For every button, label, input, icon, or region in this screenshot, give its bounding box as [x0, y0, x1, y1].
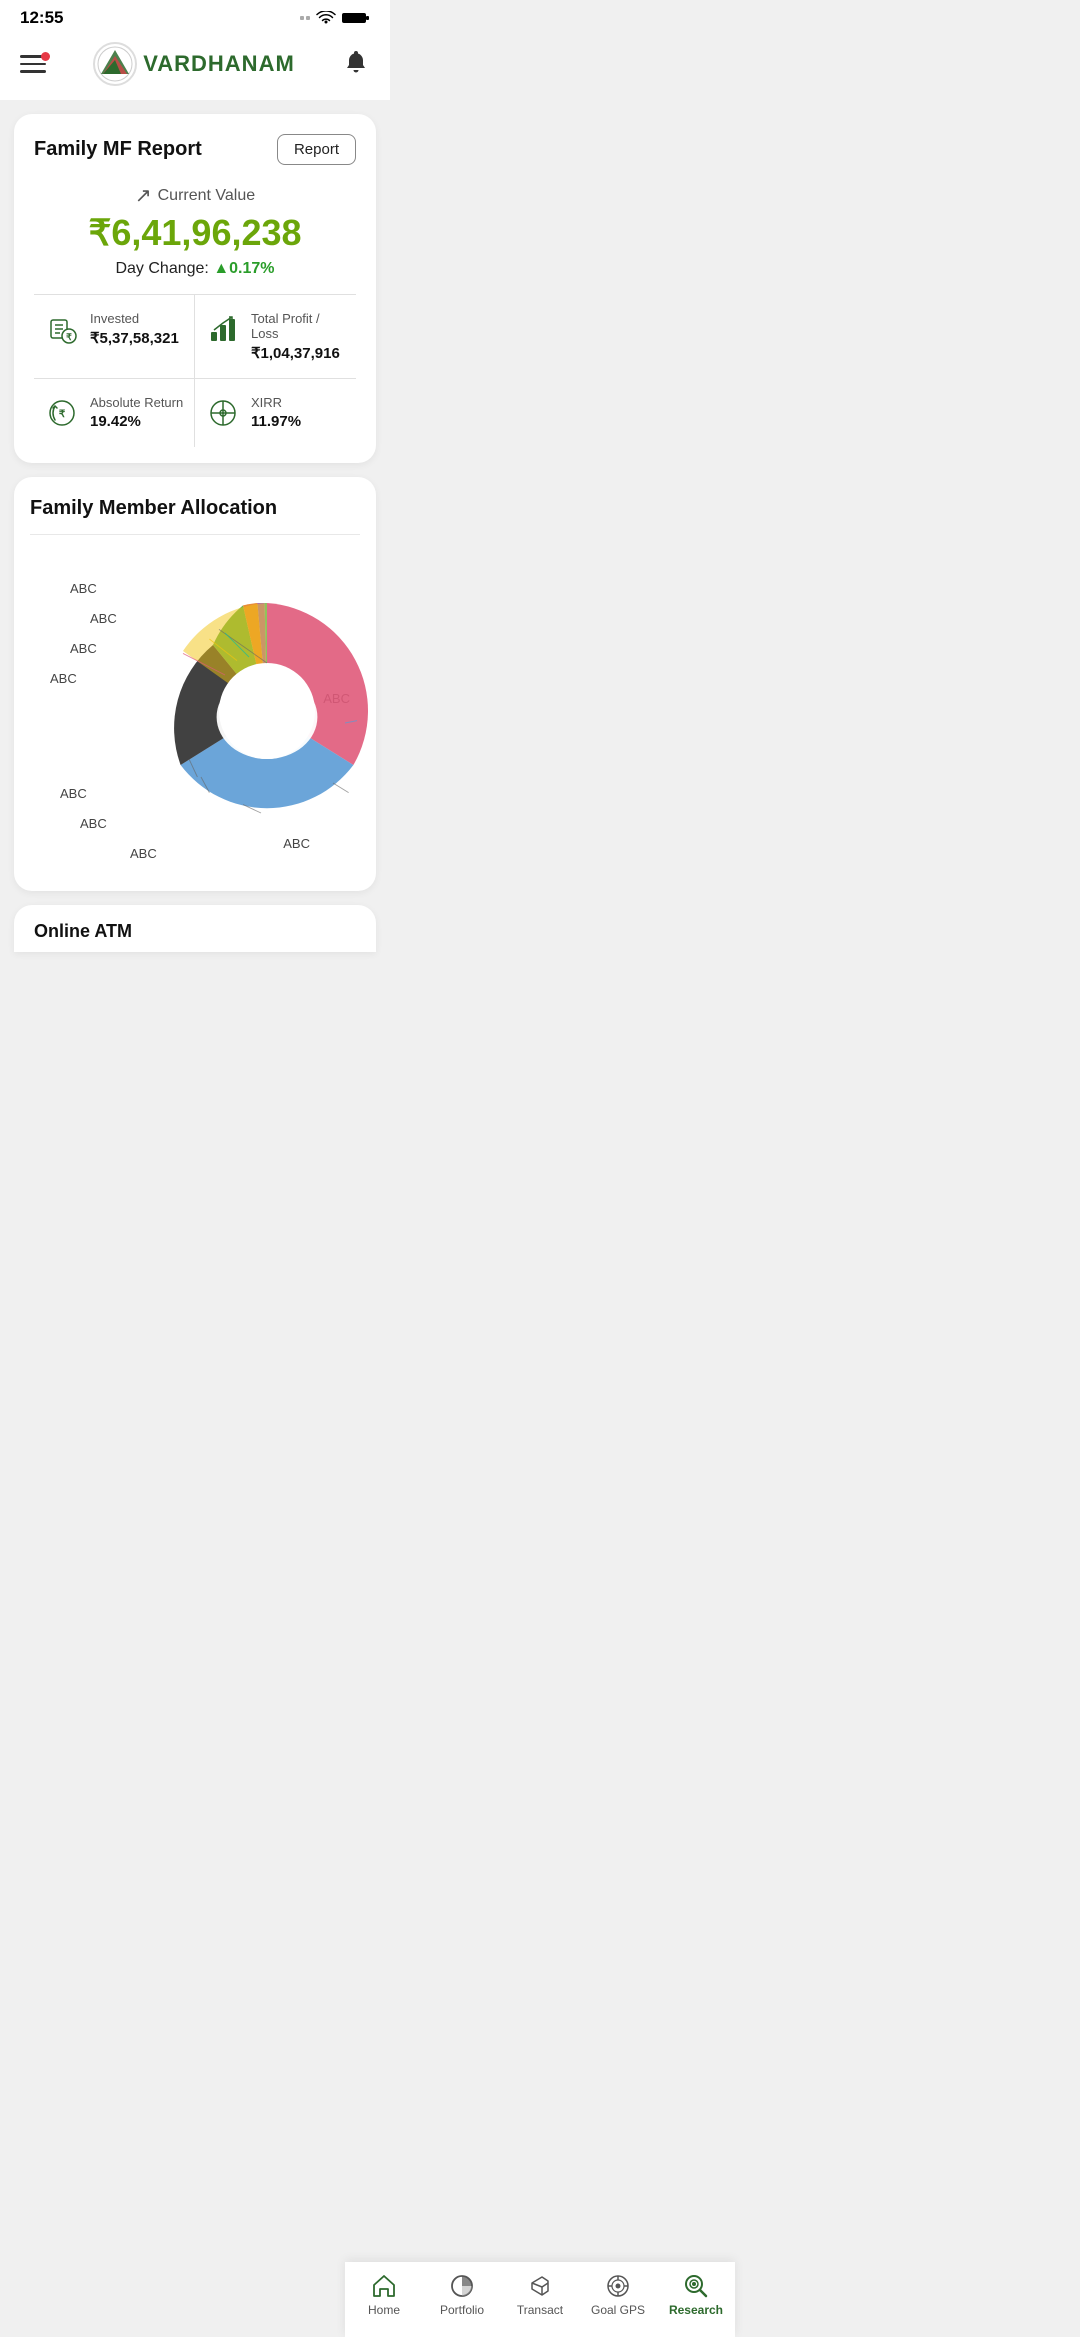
notification-dot [41, 52, 50, 61]
nav-home-label: Home [368, 2303, 400, 2317]
day-change-value: ▲0.17% [213, 260, 274, 277]
profit-icon [205, 311, 241, 347]
chart-label-5: ABC [60, 786, 87, 801]
allocation-card: Family Member Allocation ABC ABC ABC ABC… [14, 477, 376, 891]
nav-research[interactable]: Research [666, 2272, 726, 2317]
wifi-icon [316, 11, 336, 25]
allocation-title: Family Member Allocation [30, 497, 360, 520]
family-mf-report-card: Family MF Report Report ↗ Current Value … [14, 114, 376, 463]
chart-label-1: ABC [70, 581, 97, 596]
svg-text:₹: ₹ [66, 332, 72, 342]
current-value-amount: ₹6,41,96,238 [34, 212, 356, 254]
app-name: VARDHANAM [143, 51, 295, 77]
card-header: Family MF Report Report [34, 134, 356, 165]
nav-goal-gps[interactable]: Goal GPS [588, 2272, 648, 2317]
xirr-icon [205, 395, 241, 431]
home-icon [370, 2272, 398, 2300]
stat-xirr: XIRR 11.97% [195, 379, 356, 447]
chart-label-4: ABC [50, 671, 77, 686]
chart-label-3: ABC [70, 641, 97, 656]
nav-home[interactable]: Home [354, 2272, 414, 2317]
stat-profit-info: Total Profit / Loss ₹1,04,37,916 [251, 311, 346, 362]
signal-icon [300, 16, 310, 20]
nav-research-label: Research [669, 2303, 723, 2317]
donut-chart-svg [147, 591, 387, 831]
menu-button[interactable] [20, 55, 46, 73]
allocation-chart: ABC ABC ABC ABC ABC ABC ABC ABC ABC [30, 551, 360, 871]
nav-portfolio[interactable]: Portfolio [432, 2272, 492, 2317]
chart-label-6: ABC [80, 816, 107, 831]
stat-return-info: Absolute Return 19.42% [90, 395, 183, 430]
report-button[interactable]: Report [277, 134, 356, 165]
current-value-section: ↗ Current Value ₹6,41,96,238 Day Change:… [34, 183, 356, 278]
battery-icon [342, 11, 370, 25]
stat-return: ₹ Absolute Return 19.42% [34, 379, 195, 447]
status-icons [300, 11, 370, 25]
day-change: Day Change: ▲0.17% [34, 260, 356, 278]
trend-icon: ↗ [135, 183, 152, 208]
online-atm-section: Online ATM [14, 905, 376, 952]
status-bar: 12:55 [0, 0, 390, 32]
stat-xirr-info: XIRR 11.97% [251, 395, 301, 430]
stat-invested-info: Invested ₹5,37,58,321 [90, 311, 179, 347]
chart-label-9: ABC [283, 836, 310, 851]
current-value-label: ↗ Current Value [34, 183, 356, 208]
research-icon [682, 2272, 710, 2300]
nav-goal-gps-label: Goal GPS [591, 2303, 645, 2317]
svg-text:₹: ₹ [59, 409, 66, 420]
status-time: 12:55 [20, 8, 63, 28]
main-content: Family MF Report Report ↗ Current Value … [0, 100, 390, 952]
header: VARDHANAM [0, 32, 390, 100]
transact-icon [526, 2272, 554, 2300]
goal-gps-icon [604, 2272, 632, 2300]
notification-button[interactable] [342, 48, 370, 81]
stats-grid: ₹ Invested ₹5,37,58,321 [34, 294, 356, 447]
portfolio-icon [448, 2272, 476, 2300]
bottom-nav: Home Portfolio Transact [345, 2262, 735, 2337]
stat-profit: Total Profit / Loss ₹1,04,37,916 [195, 295, 356, 379]
card-title: Family MF Report [34, 138, 202, 161]
nav-transact-label: Transact [517, 2303, 563, 2317]
invest-icon: ₹ [44, 311, 80, 347]
online-atm-title: Online ATM [34, 921, 132, 941]
chart-label-2: ABC [90, 611, 117, 626]
return-icon: ₹ [44, 395, 80, 431]
nav-portfolio-label: Portfolio [440, 2303, 484, 2317]
chart-label-7: ABC [130, 846, 157, 861]
nav-transact[interactable]: Transact [510, 2272, 570, 2317]
stat-invested: ₹ Invested ₹5,37,58,321 [34, 295, 195, 379]
app-logo: VARDHANAM [93, 42, 295, 86]
